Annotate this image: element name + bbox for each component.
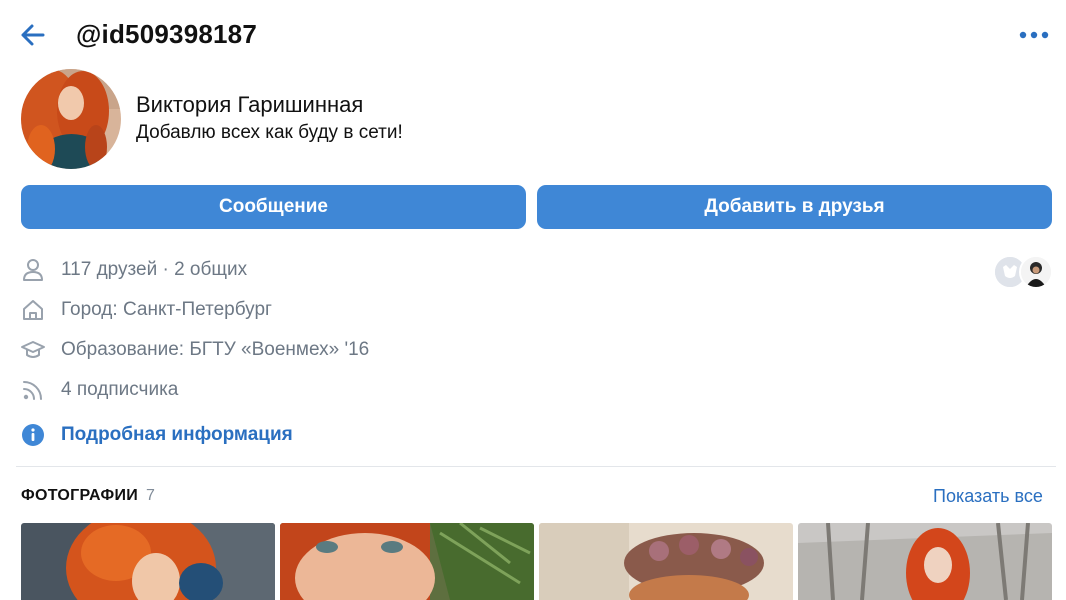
friends-count: 117 друзей · 2 общих <box>61 259 248 280</box>
city-row: Город: Санкт-Петербург <box>20 297 272 323</box>
section-divider <box>16 466 1056 467</box>
home-icon <box>20 297 46 323</box>
message-button[interactable]: Сообщение <box>21 185 526 229</box>
graduation-cap-icon <box>20 337 46 363</box>
profile-name: Виктория Гаришинная <box>136 92 364 117</box>
city-text: Город: Санкт-Петербург <box>61 299 272 320</box>
profile-username: @id509398187 <box>76 19 257 49</box>
back-button[interactable] <box>16 18 50 52</box>
education-text: Образование: БГТУ «Военмех» '16 <box>61 339 370 360</box>
friends-row[interactable]: 117 друзей · 2 общих <box>20 257 247 283</box>
show-all-photos-link[interactable]: Показать все <box>933 486 1043 507</box>
photo-thumbnail[interactable] <box>280 523 534 600</box>
photos-count: 7 <box>146 487 155 504</box>
info-icon <box>20 422 46 448</box>
followers-text: 4 подписчика <box>61 379 179 400</box>
rss-icon <box>20 377 46 403</box>
top-bar: @id509398187 <box>0 0 1066 70</box>
photo-thumbnail[interactable] <box>539 523 793 600</box>
followers-row[interactable]: 4 подписчика <box>20 377 178 403</box>
photos-section-title: ФОТОГРАФИИ <box>21 487 139 504</box>
add-friend-button[interactable]: Добавить в друзья <box>537 185 1052 229</box>
person-icon <box>20 257 46 283</box>
avatar[interactable] <box>21 69 121 169</box>
mutual-friends-avatars[interactable] <box>993 255 1053 289</box>
back-arrow-icon <box>21 24 45 46</box>
mutual-friend-avatar <box>1019 255 1053 289</box>
photo-thumbnail[interactable] <box>21 523 275 600</box>
more-dots-icon <box>1019 31 1049 39</box>
details-link[interactable]: Подробная информация <box>20 422 293 448</box>
details-link-label: Подробная информация <box>61 424 293 445</box>
education-row: Образование: БГТУ «Военмех» '16 <box>20 337 369 363</box>
more-button[interactable] <box>1014 20 1054 50</box>
profile-status: Добавлю всех как буду в сети! <box>136 122 403 143</box>
photo-thumbnail[interactable] <box>798 523 1052 600</box>
